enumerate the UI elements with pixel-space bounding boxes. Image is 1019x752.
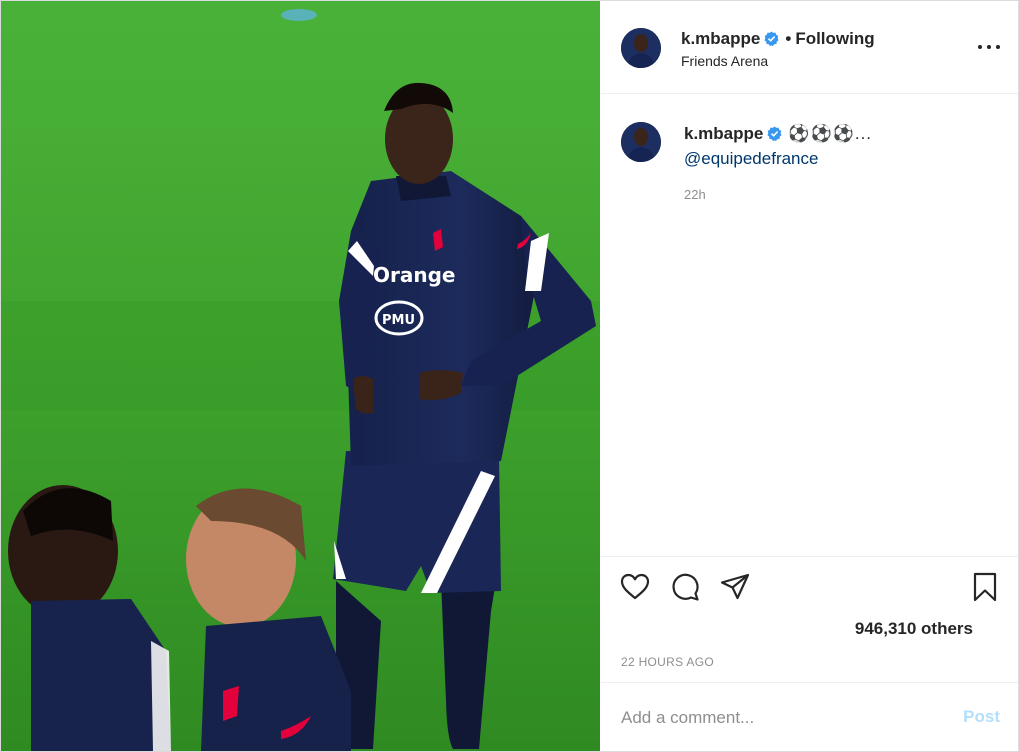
post-side-panel: k.mbappe • Following Friends Arena k.mbapp… xyxy=(601,1,1018,751)
likes-count[interactable]: 946,310 others xyxy=(855,619,973,639)
post-dialog: Orange PMU k.mbappe • Following Friends … xyxy=(0,0,1019,752)
caption-timestamp: 22h xyxy=(684,187,706,202)
add-comment-bar: Post xyxy=(601,682,1018,752)
following-button[interactable]: Following xyxy=(795,29,874,48)
bookmark-icon[interactable] xyxy=(969,571,1001,603)
caption-username[interactable]: k.mbappe xyxy=(684,124,763,143)
separator-dot: • xyxy=(785,29,792,48)
photo-illustration: Orange PMU xyxy=(1,1,600,751)
header-username[interactable]: k.mbappe xyxy=(681,29,760,48)
verified-icon xyxy=(764,31,779,46)
post-header: k.mbappe • Following Friends Arena xyxy=(601,1,1018,94)
post-comment-button[interactable]: Post xyxy=(963,707,1000,727)
post-date: 22 HOURS AGO xyxy=(621,655,714,669)
shirt-sponsor-text: Orange xyxy=(373,263,455,287)
caption-emojis: ⚽⚽⚽... xyxy=(788,124,873,143)
post-photo[interactable]: Orange PMU xyxy=(1,1,600,751)
caption-avatar[interactable] xyxy=(621,122,661,162)
caption-comment: k.mbappe ⚽⚽⚽... @equipedefrance 22h xyxy=(601,94,1018,554)
comment-icon[interactable] xyxy=(669,571,701,603)
share-icon[interactable] xyxy=(719,571,751,603)
post-actions: 946,310 others 22 HOURS AGO xyxy=(601,556,1018,682)
location-link[interactable]: Friends Arena xyxy=(681,53,768,69)
mention-link[interactable]: @equipedefrance xyxy=(684,149,818,169)
header-username-row: k.mbappe • Following xyxy=(681,29,875,49)
shirt-badge-text: PMU xyxy=(382,313,415,328)
more-options-icon[interactable] xyxy=(978,39,1000,55)
avatar[interactable] xyxy=(621,28,661,68)
comment-input[interactable] xyxy=(619,705,943,731)
heart-icon[interactable] xyxy=(619,571,651,603)
caption-avatar-image xyxy=(621,122,661,162)
verified-icon xyxy=(767,126,782,141)
avatar-image xyxy=(621,28,661,68)
caption-line: k.mbappe ⚽⚽⚽... xyxy=(684,124,872,144)
